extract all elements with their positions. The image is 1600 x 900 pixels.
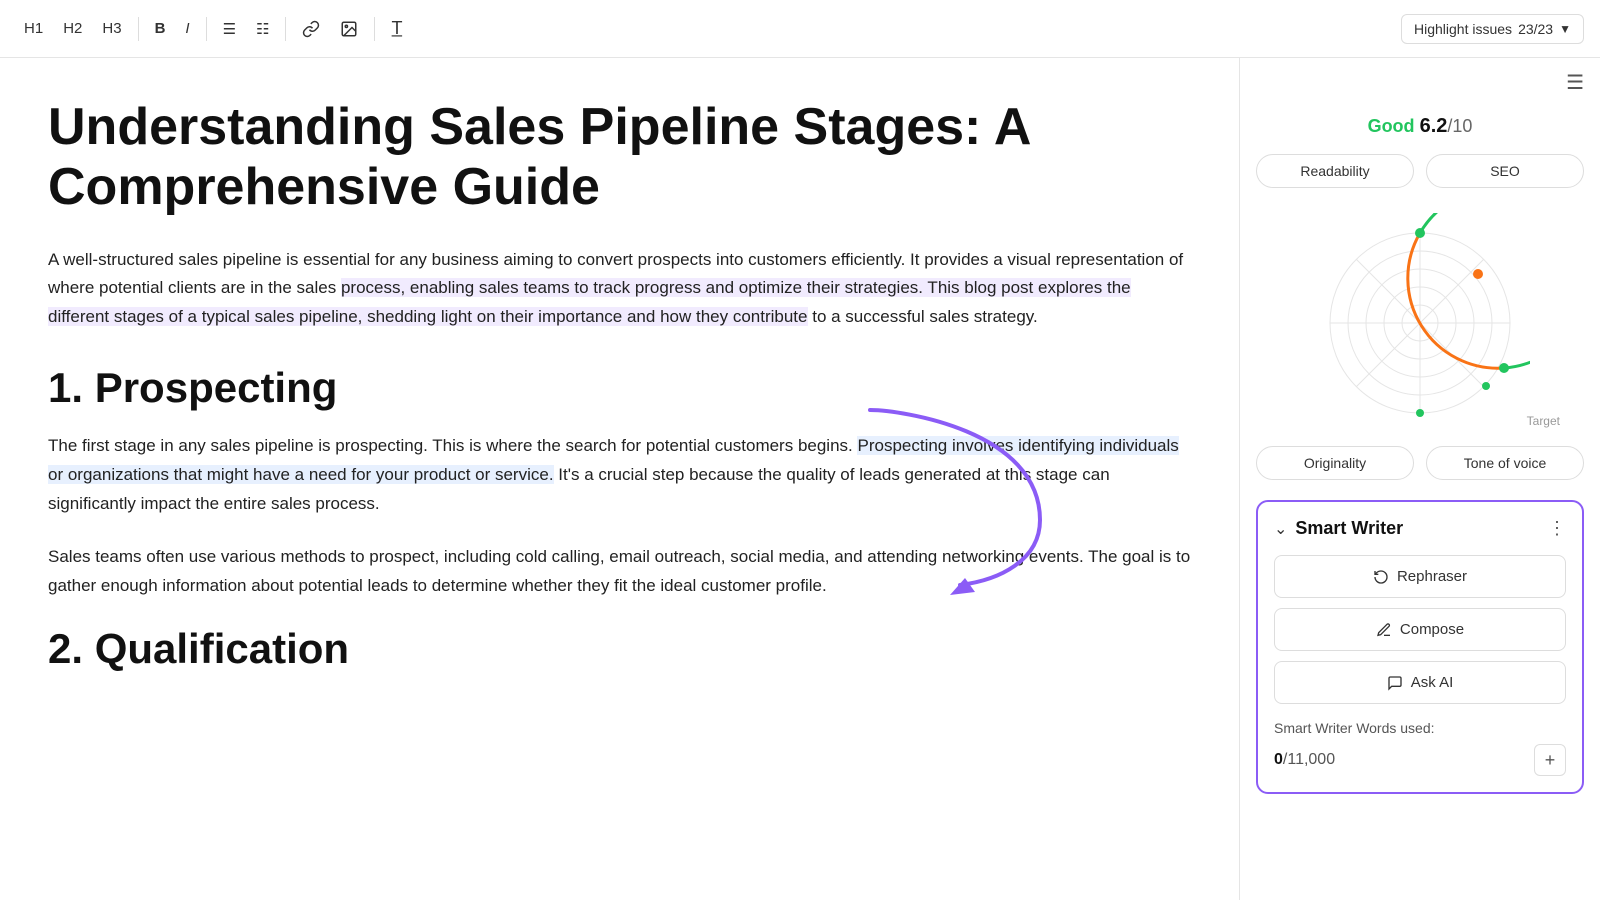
separator-1 [138, 17, 139, 41]
seo-button[interactable]: SEO [1426, 154, 1584, 188]
ordered-list-button[interactable]: ☰ [215, 16, 244, 42]
words-count-row: 0/11,000 + [1274, 744, 1566, 776]
originality-button[interactable]: Originality [1256, 446, 1414, 480]
chevron-down-icon: ▼ [1559, 22, 1571, 36]
words-count-display: 0/11,000 [1274, 751, 1335, 769]
separator-3 [285, 17, 286, 41]
words-used-label: Smart Writer Words used: [1274, 720, 1566, 736]
main-layout: Understanding Sales Pipeline Stages: A C… [0, 58, 1600, 900]
smart-writer-box: ⌄ Smart Writer ⋮ Rephraser Compose Ask A… [1256, 500, 1584, 794]
section1-body2: Sales teams often use various methods to… [48, 543, 1191, 601]
radar-chart: Target [1240, 208, 1600, 438]
compose-label: Compose [1400, 621, 1464, 638]
rephraser-button[interactable]: Rephraser [1274, 555, 1566, 598]
section1-highlight-1: Prospecting involves identifying individ… [48, 436, 1179, 484]
ask-ai-button[interactable]: Ask AI [1274, 661, 1566, 704]
highlight-issues-button[interactable]: Highlight issues 23/23 ▼ [1401, 14, 1584, 44]
document-title: Understanding Sales Pipeline Stages: A C… [48, 98, 1191, 218]
compose-button[interactable]: Compose [1274, 608, 1566, 651]
h1-button[interactable]: H1 [16, 16, 51, 41]
unordered-list-button[interactable]: ☷ [248, 16, 277, 42]
add-words-button[interactable]: + [1534, 744, 1566, 776]
ask-ai-label: Ask AI [1411, 674, 1454, 691]
right-panel: ☰ Good 6.2/10 Readability SEO [1240, 58, 1600, 900]
h2-button[interactable]: H2 [55, 16, 90, 41]
section1-title: 1. Prospecting [48, 364, 1191, 412]
target-label: Target [1527, 414, 1560, 428]
toolbar: H1 H2 H3 B I ☰ ☷ T̲ Highlight issues 23/… [0, 0, 1600, 58]
compose-icon [1376, 622, 1392, 638]
panel-menu-button[interactable]: ☰ [1566, 70, 1584, 95]
editor-area[interactable]: Understanding Sales Pipeline Stages: A C… [0, 58, 1240, 900]
issue-count: 23/23 [1518, 21, 1553, 37]
words-count-total: /11,000 [1283, 751, 1335, 768]
clear-format-button[interactable]: T̲ [383, 14, 410, 43]
ask-ai-icon [1387, 675, 1403, 691]
h3-button[interactable]: H3 [94, 16, 129, 41]
score-good-text: Good [1368, 116, 1415, 136]
rephraser-label: Rephraser [1397, 568, 1467, 585]
intro-highlight-1: process, enabling sales teams to track p… [48, 278, 1131, 326]
smart-writer-chevron-icon[interactable]: ⌄ [1274, 519, 1287, 539]
italic-button[interactable]: I [177, 16, 197, 41]
score-value: 6.2 [1420, 115, 1448, 137]
words-count-value: 0 [1274, 751, 1283, 768]
section2-title: 2. Qualification [48, 625, 1191, 673]
separator-4 [374, 17, 375, 41]
link-button[interactable] [294, 16, 328, 42]
rephraser-icon [1373, 569, 1389, 585]
highlight-issues-label: Highlight issues [1414, 21, 1512, 37]
bold-button[interactable]: B [147, 16, 174, 41]
score-section: Good 6.2/10 [1240, 107, 1600, 154]
intro-paragraph: A well-structured sales pipeline is esse… [48, 246, 1191, 333]
panel-header: ☰ [1240, 58, 1600, 107]
score-denom: /10 [1447, 116, 1472, 136]
readability-button[interactable]: Readability [1256, 154, 1414, 188]
smart-writer-menu-button[interactable]: ⋮ [1548, 518, 1566, 539]
section1-body1: The first stage in any sales pipeline is… [48, 432, 1191, 519]
separator-2 [206, 17, 207, 41]
metric-buttons-top: Readability SEO [1240, 154, 1600, 200]
score-label: Good 6.2/10 [1264, 115, 1576, 138]
radar-svg [1310, 213, 1530, 433]
smart-writer-header: ⌄ Smart Writer ⋮ [1274, 518, 1566, 539]
image-button[interactable] [332, 16, 366, 42]
tone-of-voice-button[interactable]: Tone of voice [1426, 446, 1584, 480]
metric-buttons-bottom: Originality Tone of voice [1240, 446, 1600, 492]
smart-writer-title: Smart Writer [1295, 518, 1540, 539]
